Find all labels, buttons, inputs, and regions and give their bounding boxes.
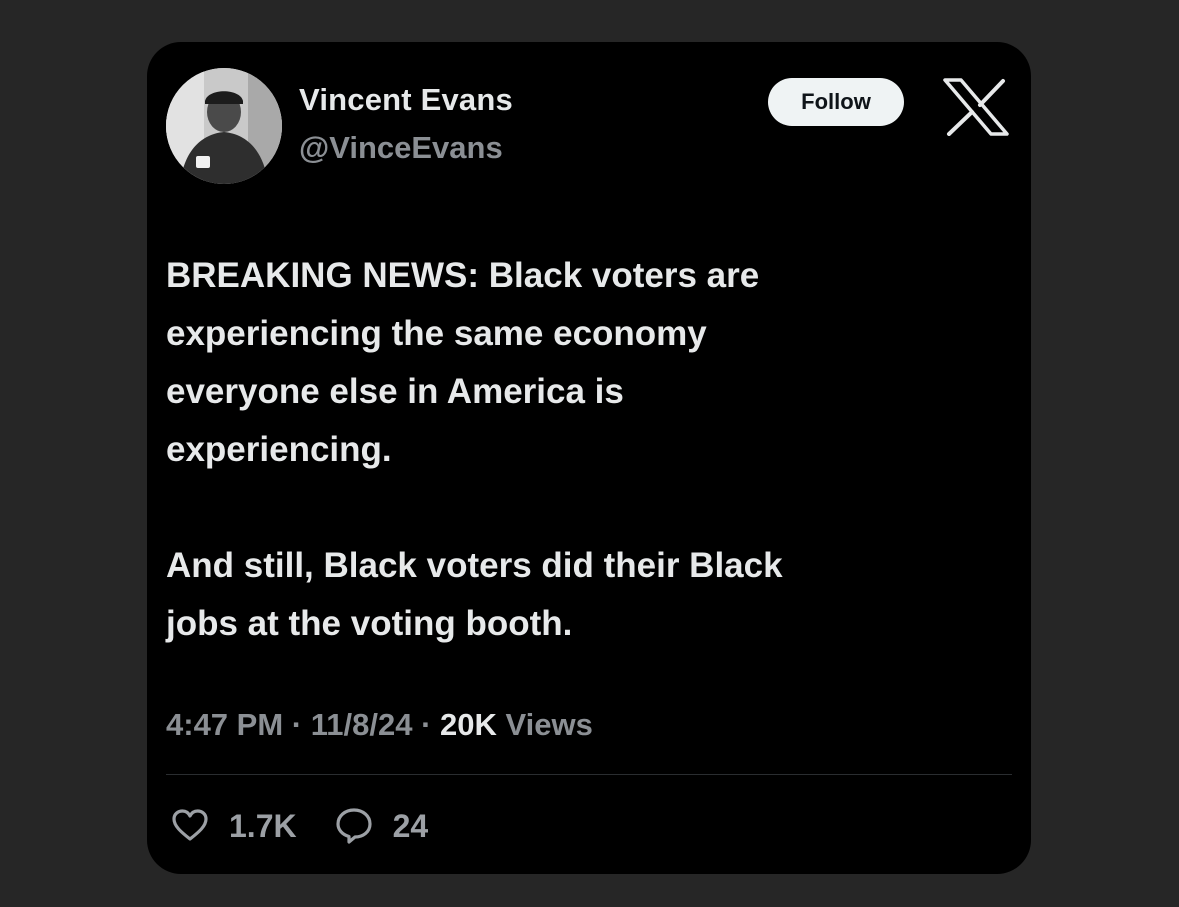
avatar[interactable]: [166, 68, 282, 184]
engagement-bar: 1.7K 24: [169, 805, 464, 847]
author-display-name[interactable]: Vincent Evans: [299, 82, 513, 118]
tweet-meta: 4:47 PM · 11/8/24 · 20K Views: [166, 707, 593, 743]
views-label: Views: [496, 707, 593, 742]
like-count: 1.7K: [229, 807, 297, 844]
meta-separator: ·: [412, 707, 441, 742]
tweet-text: BREAKING NEWS: Black voters are experien…: [166, 247, 976, 653]
views-count: 20K: [440, 707, 497, 742]
divider: [166, 774, 1012, 775]
avatar-photo-icon: [166, 68, 282, 184]
tweet-card: Vincent Evans @VinceEvans Follow BREAKIN…: [147, 42, 1031, 874]
tweet-paragraph: BREAKING NEWS: Black voters are experien…: [166, 256, 760, 469]
reply-count: 24: [392, 807, 429, 844]
tweet-date[interactable]: 11/8/24: [311, 707, 413, 742]
tweet-paragraph: And still, Black voters did their Black …: [166, 546, 783, 643]
x-logo-icon[interactable]: [943, 78, 1009, 136]
meta-separator: ·: [283, 707, 311, 742]
follow-button[interactable]: Follow: [768, 78, 904, 126]
reply-bubble-icon: [335, 808, 372, 844]
author-handle[interactable]: @VinceEvans: [299, 130, 503, 166]
reply-button[interactable]: 24: [333, 805, 429, 847]
like-button[interactable]: 1.7K: [169, 805, 297, 847]
tweet-time[interactable]: 4:47 PM: [166, 707, 283, 742]
heart-icon: [172, 809, 208, 841]
